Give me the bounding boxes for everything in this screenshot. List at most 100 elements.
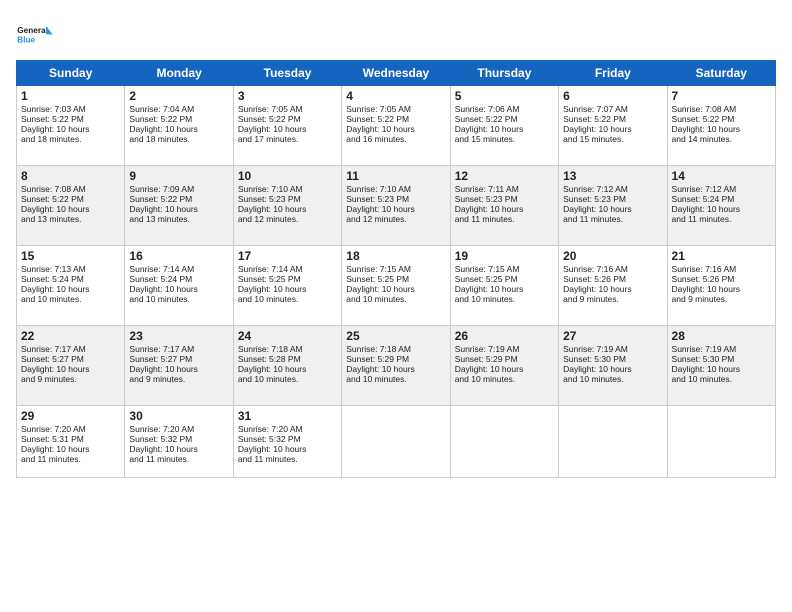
cell-info-line: Daylight: 10 hours	[346, 284, 445, 294]
day-number: 8	[21, 169, 120, 183]
calendar-cell: 15Sunrise: 7:13 AMSunset: 5:24 PMDayligh…	[17, 246, 125, 326]
cell-info-line: Sunset: 5:22 PM	[238, 114, 337, 124]
day-number: 12	[455, 169, 554, 183]
cell-info-line: Sunrise: 7:18 AM	[238, 344, 337, 354]
page: General Blue SundayMondayTuesdayWednesda…	[0, 0, 792, 612]
weekday-header: Thursday	[450, 61, 558, 86]
calendar-cell: 12Sunrise: 7:11 AMSunset: 5:23 PMDayligh…	[450, 166, 558, 246]
cell-info-line: Daylight: 10 hours	[129, 124, 228, 134]
day-number: 26	[455, 329, 554, 343]
cell-info-line: Sunrise: 7:19 AM	[672, 344, 771, 354]
cell-info-line: Sunset: 5:22 PM	[21, 194, 120, 204]
cell-info-line: Daylight: 10 hours	[672, 124, 771, 134]
calendar-cell: 14Sunrise: 7:12 AMSunset: 5:24 PMDayligh…	[667, 166, 775, 246]
cell-info-line: Daylight: 10 hours	[563, 124, 662, 134]
cell-info-line: Sunrise: 7:06 AM	[455, 104, 554, 114]
weekday-header: Sunday	[17, 61, 125, 86]
cell-info-line: Sunrise: 7:15 AM	[346, 264, 445, 274]
calendar-cell: 13Sunrise: 7:12 AMSunset: 5:23 PMDayligh…	[559, 166, 667, 246]
cell-info-line: Sunset: 5:32 PM	[238, 434, 337, 444]
cell-info-line: Sunset: 5:29 PM	[346, 354, 445, 364]
calendar-cell: 20Sunrise: 7:16 AMSunset: 5:26 PMDayligh…	[559, 246, 667, 326]
day-number: 19	[455, 249, 554, 263]
calendar-cell: 9Sunrise: 7:09 AMSunset: 5:22 PMDaylight…	[125, 166, 233, 246]
day-number: 2	[129, 89, 228, 103]
day-number: 7	[672, 89, 771, 103]
weekday-header: Monday	[125, 61, 233, 86]
calendar-cell	[559, 406, 667, 478]
svg-text:Blue: Blue	[17, 36, 35, 45]
cell-info-line: and 13 minutes.	[129, 214, 228, 224]
calendar-body: 1Sunrise: 7:03 AMSunset: 5:22 PMDaylight…	[17, 86, 776, 478]
day-number: 11	[346, 169, 445, 183]
cell-info-line: Sunrise: 7:16 AM	[563, 264, 662, 274]
cell-info-line: Sunset: 5:22 PM	[563, 114, 662, 124]
cell-info-line: Sunrise: 7:04 AM	[129, 104, 228, 114]
cell-info-line: Daylight: 10 hours	[455, 364, 554, 374]
day-number: 28	[672, 329, 771, 343]
cell-info-line: Daylight: 10 hours	[129, 364, 228, 374]
cell-info-line: Sunrise: 7:20 AM	[129, 424, 228, 434]
cell-info-line: and 10 minutes.	[346, 294, 445, 304]
cell-info-line: Daylight: 10 hours	[129, 284, 228, 294]
calendar-cell: 25Sunrise: 7:18 AMSunset: 5:29 PMDayligh…	[342, 326, 450, 406]
cell-info-line: Sunset: 5:23 PM	[563, 194, 662, 204]
day-number: 13	[563, 169, 662, 183]
cell-info-line: Daylight: 10 hours	[238, 124, 337, 134]
cell-info-line: Sunrise: 7:16 AM	[672, 264, 771, 274]
cell-info-line: Daylight: 10 hours	[672, 204, 771, 214]
weekday-header: Saturday	[667, 61, 775, 86]
cell-info-line: and 17 minutes.	[238, 134, 337, 144]
calendar-cell: 26Sunrise: 7:19 AMSunset: 5:29 PMDayligh…	[450, 326, 558, 406]
cell-info-line: and 10 minutes.	[563, 374, 662, 384]
cell-info-line: Sunset: 5:22 PM	[21, 114, 120, 124]
day-number: 18	[346, 249, 445, 263]
cell-info-line: and 10 minutes.	[455, 374, 554, 384]
cell-info-line: Daylight: 10 hours	[238, 204, 337, 214]
cell-info-line: Daylight: 10 hours	[455, 284, 554, 294]
cell-info-line: Sunrise: 7:10 AM	[238, 184, 337, 194]
cell-info-line: Sunset: 5:27 PM	[21, 354, 120, 364]
cell-info-line: Daylight: 10 hours	[455, 124, 554, 134]
cell-info-line: Sunset: 5:30 PM	[672, 354, 771, 364]
cell-info-line: and 15 minutes.	[455, 134, 554, 144]
calendar-cell: 7Sunrise: 7:08 AMSunset: 5:22 PMDaylight…	[667, 86, 775, 166]
cell-info-line: Sunset: 5:29 PM	[455, 354, 554, 364]
cell-info-line: and 11 minutes.	[563, 214, 662, 224]
cell-info-line: Sunrise: 7:17 AM	[21, 344, 120, 354]
cell-info-line: Daylight: 10 hours	[238, 284, 337, 294]
cell-info-line: and 11 minutes.	[129, 454, 228, 464]
day-number: 24	[238, 329, 337, 343]
cell-info-line: Sunset: 5:22 PM	[455, 114, 554, 124]
day-number: 31	[238, 409, 337, 423]
cell-info-line: Sunrise: 7:20 AM	[238, 424, 337, 434]
day-number: 1	[21, 89, 120, 103]
cell-info-line: Sunrise: 7:19 AM	[455, 344, 554, 354]
cell-info-line: Sunrise: 7:12 AM	[672, 184, 771, 194]
cell-info-line: Sunset: 5:23 PM	[346, 194, 445, 204]
cell-info-line: Sunset: 5:32 PM	[129, 434, 228, 444]
cell-info-line: and 11 minutes.	[21, 454, 120, 464]
cell-info-line: Daylight: 10 hours	[563, 364, 662, 374]
calendar-cell: 28Sunrise: 7:19 AMSunset: 5:30 PMDayligh…	[667, 326, 775, 406]
cell-info-line: Daylight: 10 hours	[672, 284, 771, 294]
cell-info-line: Sunset: 5:30 PM	[563, 354, 662, 364]
cell-info-line: and 10 minutes.	[129, 294, 228, 304]
cell-info-line: Daylight: 10 hours	[455, 204, 554, 214]
cell-info-line: and 9 minutes.	[563, 294, 662, 304]
cell-info-line: Sunrise: 7:08 AM	[21, 184, 120, 194]
calendar-cell: 19Sunrise: 7:15 AMSunset: 5:25 PMDayligh…	[450, 246, 558, 326]
calendar-cell: 21Sunrise: 7:16 AMSunset: 5:26 PMDayligh…	[667, 246, 775, 326]
cell-info-line: and 16 minutes.	[346, 134, 445, 144]
calendar-cell: 10Sunrise: 7:10 AMSunset: 5:23 PMDayligh…	[233, 166, 341, 246]
cell-info-line: Sunset: 5:24 PM	[129, 274, 228, 284]
day-number: 23	[129, 329, 228, 343]
logo: General Blue	[16, 16, 54, 54]
cell-info-line: Sunset: 5:22 PM	[129, 114, 228, 124]
cell-info-line: and 11 minutes.	[672, 214, 771, 224]
day-number: 30	[129, 409, 228, 423]
day-number: 29	[21, 409, 120, 423]
cell-info-line: Sunrise: 7:12 AM	[563, 184, 662, 194]
calendar-cell: 17Sunrise: 7:14 AMSunset: 5:25 PMDayligh…	[233, 246, 341, 326]
calendar-header-row: SundayMondayTuesdayWednesdayThursdayFrid…	[17, 61, 776, 86]
